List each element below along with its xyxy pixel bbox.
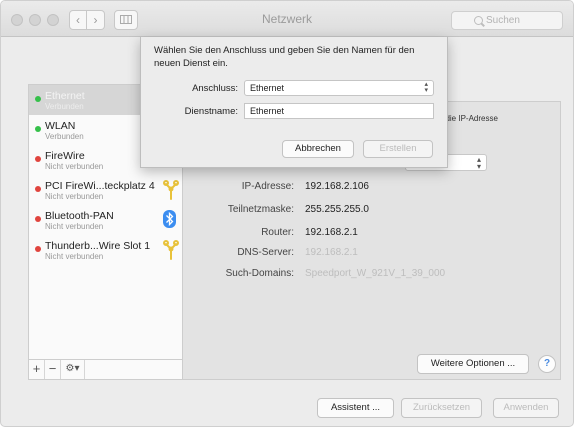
ip-info-label: Router: [261, 227, 294, 238]
add-service-button[interactable]: + [29, 360, 45, 379]
service-name-input[interactable]: Ethernet [244, 103, 434, 119]
ip-info-row: DNS-Server: 192.168.2.1 [197, 247, 557, 261]
status-dot-icon [35, 96, 41, 102]
new-service-sheet: Wählen Sie den Anschluss und geben Sie d… [140, 37, 448, 168]
select-arrows-icon: ▴ ▾ [424, 81, 428, 94]
interface-label: Anschluss: [192, 83, 238, 94]
firewire-icon [163, 180, 179, 203]
service-status: Nicht verbunden [45, 162, 104, 171]
service-name: Bluetooth-PAN [45, 210, 114, 222]
service-name: Ethernet [45, 90, 85, 102]
ip-info-row: Such-Domains: Speedport_W_921V_1_39_000 [197, 268, 557, 282]
cancel-button[interactable]: Abbrechen [282, 140, 354, 158]
ip-info-label: Teilnetzmaske: [227, 204, 294, 215]
status-dot-icon [35, 186, 41, 192]
status-dot-icon [35, 246, 41, 252]
service-row[interactable]: PCI FireWi...teckplatz 4 Nicht verbunden [29, 175, 182, 205]
ip-info-row: Teilnetzmaske: 255.255.255.0 [197, 204, 557, 218]
interface-select-value: Ethernet [250, 83, 285, 93]
service-name: Thunderb...Wire Slot 1 [45, 240, 151, 252]
status-dot-icon [35, 126, 41, 132]
create-button[interactable]: Erstellen [363, 140, 433, 158]
assistant-button[interactable]: Assistent ... [317, 398, 394, 418]
firewire-icon [163, 240, 179, 263]
ip-info-label: DNS-Server: [237, 247, 294, 258]
revert-button[interactable]: Zurücksetzen [401, 398, 482, 418]
ip-info-value: 192.168.2.106 [305, 181, 369, 192]
sheet-message: Wählen Sie den Anschluss und geben Sie d… [154, 45, 415, 69]
apply-button[interactable]: Anwenden [493, 398, 559, 418]
interface-select[interactable]: Ethernet ▴ ▾ [244, 80, 434, 96]
search-field[interactable]: Suchen [451, 11, 563, 30]
ip-info-value: 192.168.2.1 [305, 227, 358, 238]
gear-icon: ⚙▾ [65, 363, 80, 374]
service-name: WLAN [45, 120, 76, 132]
network-preferences-window: ‹ › Netzwerk Suchen Ethernet Verbunden WLA… [0, 0, 574, 427]
minus-icon: − [48, 361, 57, 376]
plus-icon: + [32, 361, 41, 376]
service-name: FireWire [45, 150, 85, 162]
status-dot-icon [35, 156, 41, 162]
ip-hint-text: t die IP-Adresse [441, 114, 498, 123]
title-bar: ‹ › Netzwerk Suchen [1, 1, 573, 37]
service-row[interactable]: Bluetooth-PAN Nicht verbunden [29, 205, 182, 235]
service-name-label: Dienstname: [184, 106, 238, 117]
service-name: PCI FireWi...teckplatz 4 [45, 180, 155, 192]
more-options-button[interactable]: Weitere Optionen ... [417, 354, 529, 374]
service-status: Nicht verbunden [45, 192, 104, 201]
ip-info-value: 192.168.2.1 [305, 247, 358, 258]
search-placeholder: Suchen [486, 15, 520, 26]
ip-info-value: Speedport_W_921V_1_39_000 [305, 268, 446, 279]
ip-info-label: IP-Adresse: [241, 181, 294, 192]
ip-info-row: Router: 192.168.2.1 [197, 227, 557, 241]
status-dot-icon [35, 216, 41, 222]
ip-info-label: Such-Domains: [225, 268, 294, 279]
remove-service-button[interactable]: − [45, 360, 61, 379]
ip-info-row: IP-Adresse: 192.168.2.106 [197, 181, 557, 195]
service-status: Nicht verbunden [45, 252, 104, 261]
action-menu-button[interactable]: ⚙▾ [61, 360, 85, 379]
service-status: Verbunden [45, 102, 84, 111]
service-status: Verbunden [45, 132, 84, 141]
ip-info-value: 255.255.255.0 [305, 204, 369, 215]
help-button[interactable]: ? [538, 355, 556, 373]
search-icon [474, 16, 483, 25]
select-arrows-icon: ▴ ▾ [476, 155, 481, 171]
service-row[interactable]: Thunderb...Wire Slot 1 Nicht verbunden [29, 235, 182, 265]
service-status: Nicht verbunden [45, 222, 104, 231]
bluetooth-icon [163, 210, 176, 231]
service-list-toolbar: + − ⚙▾ [29, 359, 182, 379]
